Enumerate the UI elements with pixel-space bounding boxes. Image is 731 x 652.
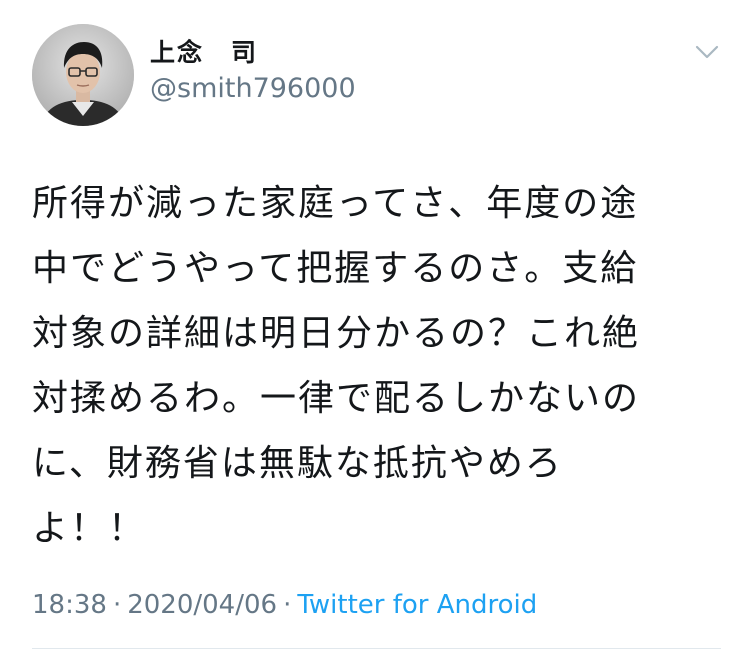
tweet-card: 上念 司 @smith796000 所得が減った家庭ってさ、年度の途 中でどうや… — [0, 0, 731, 652]
user-handle[interactable]: @smith796000 — [150, 72, 356, 106]
meta-separator: · — [112, 590, 122, 620]
tweet-source-link[interactable]: Twitter for Android — [297, 590, 537, 620]
tweet-menu-button[interactable] — [692, 40, 722, 64]
author-block: 上念 司 @smith796000 — [150, 38, 356, 106]
tweet-date[interactable]: 2020/04/06 — [127, 590, 277, 620]
chevron-down-icon — [695, 45, 719, 59]
tweet-text-line: に、財務省は無駄な抵抗やめろ — [32, 443, 563, 484]
tweet-metadata: 18:38 · 2020/04/06 · Twitter for Android — [32, 590, 537, 620]
divider — [32, 648, 721, 649]
tweet-text-line: 所得が減った家庭ってさ、年度の途 — [32, 183, 639, 224]
avatar-photo — [32, 24, 134, 126]
meta-separator: · — [283, 590, 292, 620]
tweet-text-line: 中でどうやって把握するのさ。支給 — [32, 248, 639, 289]
tweet-text: 所得が減った家庭ってさ、年度の途 中でどうやって把握するのさ。支給 対象の詳細は… — [32, 171, 712, 561]
tweet-text-line: 対揉めるわ。一律で配るしかないの — [32, 378, 641, 419]
display-name[interactable]: 上念 司 — [150, 38, 356, 68]
tweet-text-line: よ！！ — [32, 508, 147, 549]
avatar[interactable] — [32, 24, 134, 126]
tweet-time[interactable]: 18:38 — [32, 590, 107, 620]
tweet-text-line: 対象の詳細は明日分かるの？これ絶 — [32, 313, 641, 354]
